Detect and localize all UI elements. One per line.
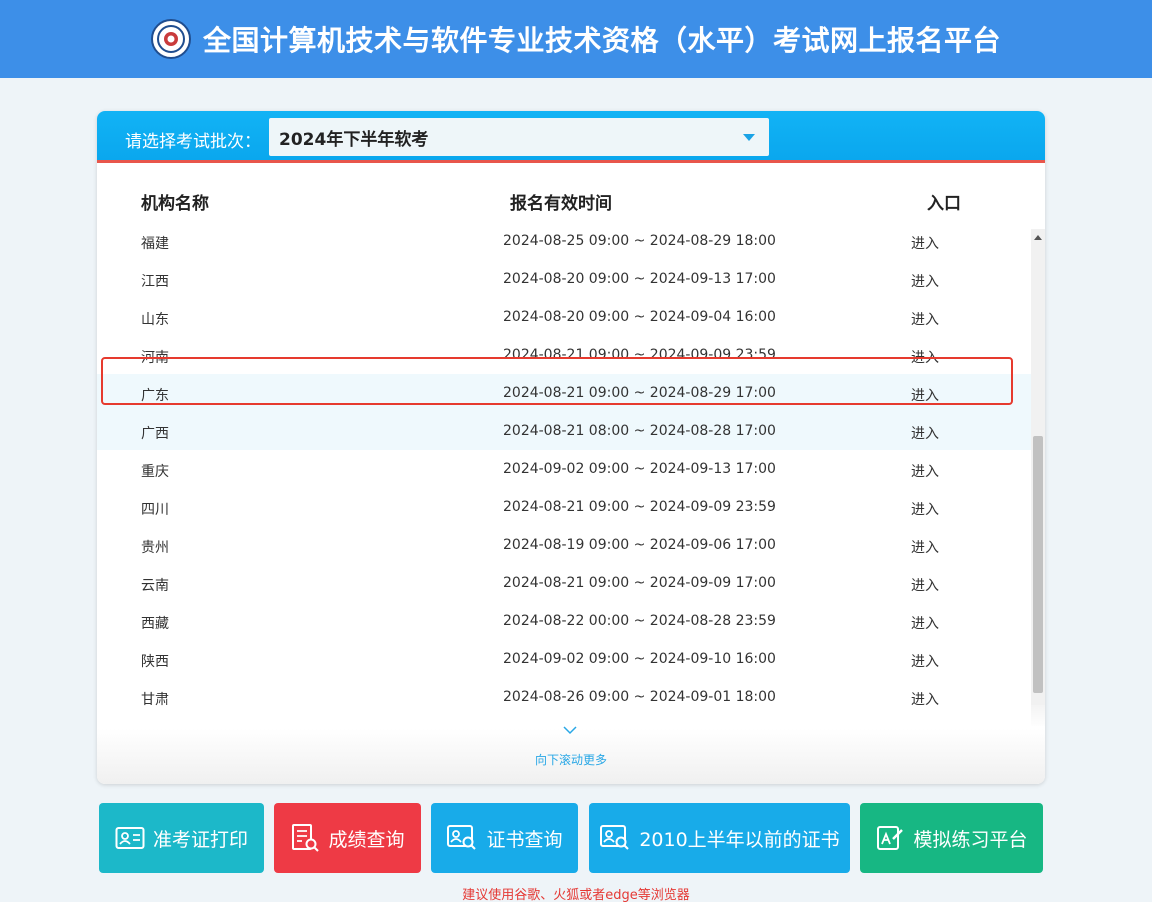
table-row: 广东 2024-08-21 09:00 ~ 2024-08-29 17:00 进入 [97,374,1031,412]
page-title: 全国计算机技术与软件专业技术资格（水平）考试网上报名平台 [202,24,1001,57]
registration-time: 2024-08-20 09:00 ~ 2024-09-04 16:00 [503,309,776,325]
list-scrollbar[interactable] [1031,229,1045,726]
page-header: 全国计算机技术与软件专业技术资格（水平）考试网上报名平台 [0,0,1152,78]
registration-time: 2024-08-22 00:00 ~ 2024-08-28 23:59 [503,613,776,629]
org-name: 陕西 [141,654,169,670]
enter-link[interactable]: 进入 [911,233,939,253]
button-label: 2010上半年以前的证书 [639,828,840,851]
registration-time: 2024-09-02 09:00 ~ 2024-09-10 16:00 [503,651,776,667]
table-row: 贵州 2024-08-19 09:00 ~ 2024-09-06 17:00 进入 [97,526,1031,564]
org-name: 四川 [141,502,169,518]
button-label: 证书查询 [486,828,563,851]
table-row: 四川 2024-08-21 09:00 ~ 2024-09-09 23:59 进入 [97,488,1031,526]
registration-time: 2024-08-25 09:00 ~ 2024-08-29 18:00 [503,233,776,249]
table-row: 河南 2024-08-21 09:00 ~ 2024-09-09 23:59 进入 [97,336,1031,374]
table-row: 云南 2024-08-21 09:00 ~ 2024-09-09 17:00 进入 [97,564,1031,602]
scroll-up-arrow-icon[interactable] [1034,235,1042,240]
button-label: 准考证打印 [152,828,248,851]
practice-edit-icon [875,823,905,853]
table-row: 陕西 2024-09-02 09:00 ~ 2024-09-10 16:00 进入 [97,640,1031,678]
button-label: 模拟练习平台 [913,828,1028,851]
table-row: 江西 2024-08-20 09:00 ~ 2024-09-13 17:00 进入 [97,260,1031,298]
column-header-org: 机构名称 [141,194,209,214]
batch-label: 请选择考试批次： [125,132,261,152]
enter-link[interactable]: 进入 [911,575,939,595]
score-query-button[interactable]: 成绩查询 [274,803,421,873]
enter-link[interactable]: 进入 [911,613,939,633]
logo-icon [150,19,191,59]
chevron-down-icon [563,726,577,735]
certificate-search-icon [599,824,631,852]
enter-link[interactable]: 进入 [911,271,939,291]
org-name: 西藏 [141,616,169,632]
batch-bar: 请选择考试批次： 2024年下半年软考 [97,111,1045,163]
enter-link[interactable]: 进入 [911,537,939,557]
registration-time: 2024-08-21 09:00 ~ 2024-09-09 23:59 [503,499,776,515]
table-row: 重庆 2024-09-02 09:00 ~ 2024-09-13 17:00 进入 [97,450,1031,488]
registration-time: 2024-08-20 09:00 ~ 2024-09-13 17:00 [503,271,776,287]
registration-time: 2024-08-21 09:00 ~ 2024-09-09 23:59 [503,347,776,363]
org-list-rows: 福建 2024-08-25 09:00 ~ 2024-08-29 18:00 进入江… [97,229,1031,727]
admission-ticket-print-button[interactable]: 准考证打印 [99,803,264,873]
enter-link[interactable]: 进入 [911,385,939,405]
table-row: 西藏 2024-08-22 00:00 ~ 2024-08-28 23:59 进入 [97,602,1031,640]
org-name: 江西 [141,274,169,290]
certificate-query-button[interactable]: 证书查询 [431,803,578,873]
table-row: 福建 2024-08-25 09:00 ~ 2024-08-29 18:00 进入 [97,229,1031,260]
enter-link[interactable]: 进入 [911,423,939,443]
enter-link[interactable]: 进入 [911,651,939,671]
caret-down-icon [743,134,755,141]
registration-time: 2024-08-21 09:00 ~ 2024-09-09 17:00 [503,575,776,591]
id-card-icon [115,826,145,850]
scrollbar-thumb[interactable] [1033,436,1043,693]
enter-link[interactable]: 进入 [911,347,939,367]
batch-select[interactable]: 2024年下半年软考 [269,118,769,156]
browser-tip: 建议使用谷歌、火狐或者edge等浏览器 [462,888,690,902]
org-name: 广西 [141,426,169,442]
org-name: 重庆 [141,464,169,480]
certificate-search-icon [446,824,478,852]
registration-time: 2024-08-21 09:00 ~ 2024-08-29 17:00 [503,385,776,401]
table-row: 山东 2024-08-20 09:00 ~ 2024-09-04 16:00 进入 [97,298,1031,336]
registration-card: 请选择考试批次： 2024年下半年软考 机构名称 报名有效时间 入口 福建 202… [97,111,1045,784]
report-search-icon [290,823,320,853]
org-name: 云南 [141,578,169,594]
column-header-time: 报名有效时间 [510,194,612,214]
batch-selected-value: 2024年下半年软考 [279,129,429,150]
org-name: 河南 [141,350,169,366]
button-label: 成绩查询 [328,828,405,851]
org-list[interactable]: 福建 2024-08-25 09:00 ~ 2024-08-29 18:00 进入江… [97,229,1045,727]
old-certificate-button[interactable]: 2010上半年以前的证书 [589,803,850,873]
registration-time: 2024-08-21 08:00 ~ 2024-08-28 17:00 [503,423,776,439]
registration-time: 2024-08-26 09:00 ~ 2024-09-01 18:00 [503,689,776,705]
enter-link[interactable]: 进入 [911,461,939,481]
column-header-entry: 入口 [927,194,961,214]
list-fade [97,705,1045,784]
scroll-more-hint: 向下滚动更多 [534,753,607,767]
org-name: 贵州 [141,540,169,556]
registration-time: 2024-08-19 09:00 ~ 2024-09-06 17:00 [503,537,776,553]
org-name: 山东 [141,312,169,328]
enter-link[interactable]: 进入 [911,309,939,329]
org-name: 广东 [141,388,169,404]
org-name: 福建 [141,236,169,252]
table-row: 广西 2024-08-21 08:00 ~ 2024-08-28 17:00 进入 [97,412,1031,450]
mock-practice-button[interactable]: 模拟练习平台 [860,803,1043,873]
enter-link[interactable]: 进入 [911,499,939,519]
registration-time: 2024-09-02 09:00 ~ 2024-09-13 17:00 [503,461,776,477]
